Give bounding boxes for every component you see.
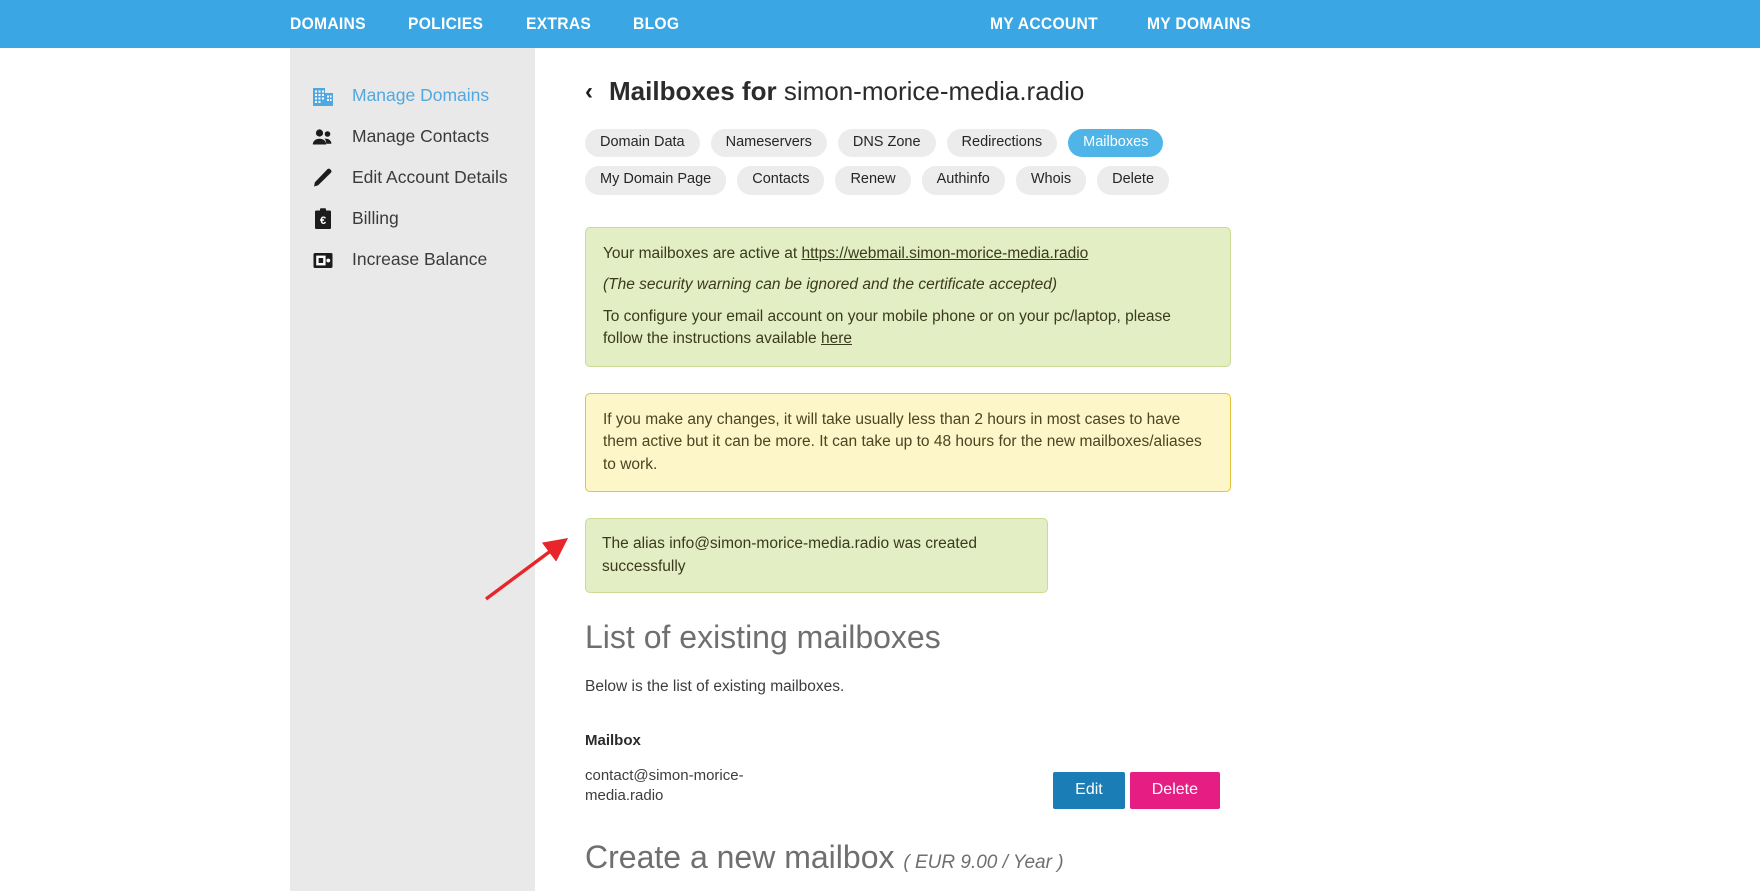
tab-redirections[interactable]: Redirections [946,129,1058,158]
tab-nameservers[interactable]: Nameservers [710,129,827,158]
people-icon [310,124,336,150]
sidebar-menu: Manage Domains Manage Contacts Edit Acco… [290,48,535,280]
top-navigation-bar: DOMAINS POLICIES EXTRAS BLOG MY ACCOUNT … [0,0,1760,48]
building-icon [310,83,336,109]
alert-info-line-2: (The security warning can be ignored and… [603,274,1213,296]
section-subtitle: Below is the list of existing mailboxes. [585,678,845,695]
create-mailbox-title: Create a new mailbox [585,839,895,875]
alert-info-line-3: To configure your email account on your … [603,306,1213,351]
tab-delete[interactable]: Delete [1097,166,1170,195]
sidebar-item-label: Manage Contacts [352,126,490,146]
page-title-domain: simon-morice-media.radio [783,76,1085,106]
row-actions: Edit Delete [1053,766,1220,809]
sidebar: Manage Domains Manage Contacts Edit Acco… [290,48,535,891]
tab-domain-data[interactable]: Domain Data [585,129,700,158]
mailbox-column-header: Mailbox [585,732,641,749]
domain-tab-bar: Domain Data Nameservers DNS Zone Redirec… [585,129,1245,195]
section-title-existing-mailboxes: List of existing mailboxes [585,619,941,655]
sidebar-item-label: Increase Balance [352,249,488,269]
sidebar-item-label: Manage Domains [352,85,490,105]
sidebar-item-manage-domains[interactable]: Manage Domains [290,75,535,116]
primary-nav-group: DOMAINS POLICIES EXTRAS BLOG [290,14,683,34]
mailbox-info-alert: Your mailboxes are active at https://web… [585,226,1231,367]
tab-dns-zone[interactable]: DNS Zone [837,129,936,158]
nav-item-blog[interactable]: BLOG [633,14,679,34]
mailbox-address: contact@simon-morice-media.radio [585,767,744,805]
page-root: DOMAINS POLICIES EXTRAS BLOG MY ACCOUNT … [0,0,1760,891]
propagation-warning-alert: If you make any changes, it will take us… [585,392,1231,493]
main-content: ‹ Mailboxes for simon-morice-media.radio… [535,48,1760,891]
sidebar-item-label: Edit Account Details [352,167,508,187]
create-mailbox-price: ( EUR 9.00 / Year ) [903,852,1064,873]
alert-info-note: (The security warning can be ignored and… [603,276,1058,294]
euro-clipboard-icon: € [310,206,336,232]
tab-whois[interactable]: Whois [1015,166,1087,195]
back-chevron-icon[interactable]: ‹ [585,79,593,104]
nav-item-my-domains[interactable]: MY DOMAINS [1147,14,1251,34]
page-title: Mailboxes for simon-morice-media.radio [609,76,1084,107]
alert-info-line-3-text: To configure your email account on your … [603,307,1171,348]
nav-item-policies[interactable]: POLICIES [408,14,483,34]
pencil-icon [310,165,336,191]
warning-text: If you make any changes, it will take us… [603,410,1202,473]
alert-info-line-1: Your mailboxes are active at https://web… [603,243,1213,265]
delete-button[interactable]: Delete [1129,772,1220,809]
nav-item-my-account[interactable]: MY ACCOUNT [990,14,1098,34]
alias-success-alert: The alias info@simon-morice-media.radio … [585,518,1048,593]
nav-item-domains[interactable]: DOMAINS [290,14,366,34]
sidebar-item-manage-contacts[interactable]: Manage Contacts [290,116,535,157]
page-title-bold: Mailboxes for [609,76,777,106]
page-header: ‹ Mailboxes for simon-morice-media.radio [585,76,1710,107]
tab-authinfo[interactable]: Authinfo [921,166,1005,195]
table-row: contact@simon-morice-media.radio Edit De… [585,766,1220,809]
sidebar-item-label: Billing [352,208,399,228]
edit-button[interactable]: Edit [1053,772,1125,809]
tab-renew[interactable]: Renew [835,166,911,195]
instructions-link[interactable]: here [821,330,852,347]
sidebar-item-increase-balance[interactable]: Increase Balance [290,239,535,280]
section-title-create-mailbox: Create a new mailbox ( EUR 9.00 / Year ) [585,839,1710,876]
success-text: The alias info@simon-morice-media.radio … [602,535,977,575]
sidebar-item-edit-account-details[interactable]: Edit Account Details [290,157,535,198]
webmail-link[interactable]: https://webmail.simon-morice-media.radio [801,245,1088,262]
tab-my-domain-page[interactable]: My Domain Page [585,166,727,195]
tab-contacts[interactable]: Contacts [737,166,825,195]
tab-mailboxes[interactable]: Mailboxes [1068,129,1164,158]
svg-text:€: € [320,215,326,227]
account-nav-group: MY ACCOUNT MY DOMAINS [990,14,1260,34]
alert-info-line-1-text: Your mailboxes are active at [603,244,802,262]
nav-item-extras[interactable]: EXTRAS [526,14,591,34]
sidebar-item-billing[interactable]: € Billing [290,198,535,239]
wallet-icon [310,247,336,273]
